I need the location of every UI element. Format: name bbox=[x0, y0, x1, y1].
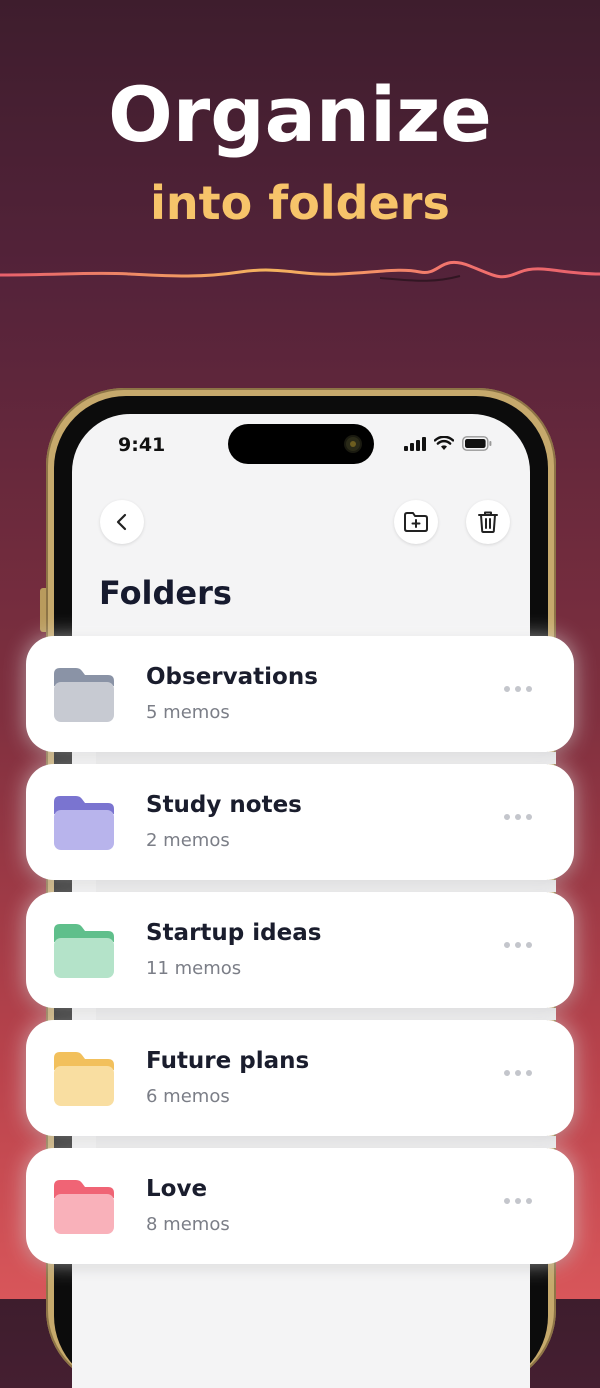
decorative-wave bbox=[0, 260, 600, 282]
folder-icon bbox=[54, 1180, 114, 1234]
folder-memo-count: 11 memos bbox=[146, 958, 242, 979]
folder-memo-count: 2 memos bbox=[146, 830, 230, 851]
folder-name: Future plans bbox=[146, 1048, 310, 1074]
page-title: Folders bbox=[99, 574, 232, 612]
list-divider bbox=[96, 880, 556, 892]
new-folder-button[interactable] bbox=[394, 500, 438, 544]
dynamic-island bbox=[228, 424, 374, 464]
battery-icon bbox=[462, 436, 492, 451]
folder-item-observations[interactable]: Observations 5 memos bbox=[26, 636, 574, 752]
hero-subline: into folders bbox=[150, 176, 450, 230]
more-options-icon[interactable] bbox=[504, 1198, 532, 1204]
chevron-left-icon bbox=[116, 513, 127, 531]
status-time: 9:41 bbox=[118, 434, 166, 456]
folder-item-love[interactable]: Love 8 memos bbox=[26, 1148, 574, 1264]
folder-name: Love bbox=[146, 1176, 208, 1202]
folder-icon bbox=[54, 668, 114, 722]
folder-item-future-plans[interactable]: Future plans 6 memos bbox=[26, 1020, 574, 1136]
folder-icon bbox=[54, 924, 114, 978]
folder-name: Observations bbox=[146, 664, 318, 690]
signal-icon bbox=[404, 436, 426, 451]
more-options-icon[interactable] bbox=[504, 814, 532, 820]
more-options-icon[interactable] bbox=[504, 686, 532, 692]
more-options-icon[interactable] bbox=[504, 1070, 532, 1076]
folder-plus-icon bbox=[404, 512, 428, 532]
folder-name: Study notes bbox=[146, 792, 302, 818]
more-options-icon[interactable] bbox=[504, 942, 532, 948]
camera-icon bbox=[346, 437, 360, 451]
list-divider bbox=[96, 1136, 556, 1148]
folder-item-study-notes[interactable]: Study notes 2 memos bbox=[26, 764, 574, 880]
folder-item-startup-ideas[interactable]: Startup ideas 11 memos bbox=[26, 892, 574, 1008]
list-divider bbox=[96, 752, 556, 764]
delete-button[interactable] bbox=[466, 500, 510, 544]
trash-icon bbox=[478, 511, 498, 533]
folder-memo-count: 5 memos bbox=[146, 702, 230, 723]
folder-name: Startup ideas bbox=[146, 920, 322, 946]
hero-headline: Organize bbox=[108, 70, 492, 159]
list-divider bbox=[96, 1008, 556, 1020]
back-button[interactable] bbox=[100, 500, 144, 544]
folder-icon bbox=[54, 1052, 114, 1106]
status-icons bbox=[404, 436, 492, 451]
folder-memo-count: 6 memos bbox=[146, 1086, 230, 1107]
wifi-icon bbox=[434, 436, 454, 450]
folder-memo-count: 8 memos bbox=[146, 1214, 230, 1235]
folder-icon bbox=[54, 796, 114, 850]
